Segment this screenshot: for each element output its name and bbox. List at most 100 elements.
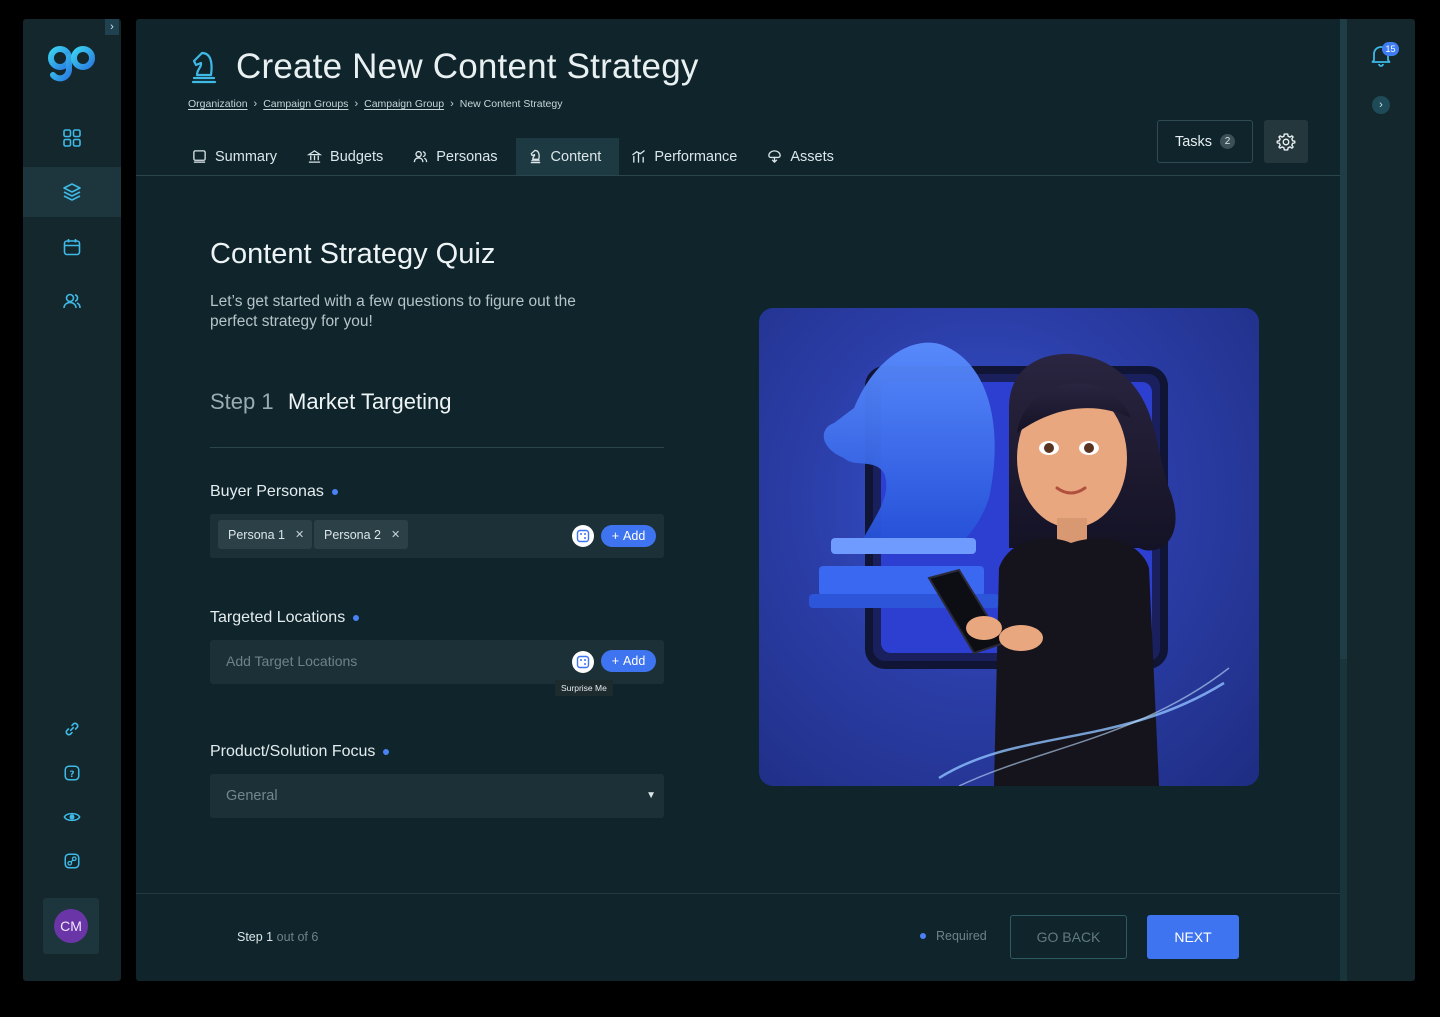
select-value: General: [226, 788, 278, 804]
calendar-icon: [63, 239, 81, 256]
tab-label: Personas: [436, 148, 498, 165]
users-icon: [63, 293, 81, 309]
main-scrollbar[interactable]: [1340, 19, 1347, 981]
page-title: Create New Content Strategy: [236, 47, 699, 86]
eye-icon: [63, 812, 81, 822]
right-sidebar: 15 ›: [1347, 19, 1415, 981]
dice-icon: [576, 655, 590, 669]
tasks-count-badge: 2: [1220, 134, 1236, 149]
field-label-text: Targeted Locations: [210, 609, 346, 626]
chip-label: Persona 2: [324, 527, 381, 542]
go-back-button[interactable]: GO BACK: [1010, 915, 1127, 959]
tab-bar: Summary Budgets Personas Content Perform…: [180, 138, 852, 175]
required-legend-label: Required: [936, 929, 987, 943]
brand-logo[interactable]: [47, 45, 97, 83]
notification-count-badge: 15: [1382, 42, 1399, 56]
step-name: Market Targeting: [288, 389, 452, 414]
tab-summary[interactable]: Summary: [180, 138, 295, 175]
share-icon: [64, 853, 80, 869]
personas-icon: [414, 150, 428, 163]
targeted-locations-field[interactable]: Add Target Locations + Add: [210, 640, 664, 684]
chevron-right-icon: ›: [450, 98, 454, 110]
add-persona-button[interactable]: + Add: [601, 525, 656, 547]
left-sidebar: › ? CM: [23, 19, 121, 981]
tab-label: Budgets: [330, 148, 384, 165]
sidebar-item-help[interactable]: ?: [23, 748, 121, 798]
tab-assets[interactable]: Assets: [755, 138, 852, 175]
remove-chip-icon[interactable]: ✕: [295, 528, 304, 541]
surprise-me-button[interactable]: [572, 525, 594, 547]
tabs-divider: [136, 175, 1340, 176]
chevron-right-icon[interactable]: ›: [1372, 96, 1390, 114]
tab-label: Assets: [790, 148, 834, 165]
sidebar-item-calendar[interactable]: [23, 222, 121, 272]
chess-knight-icon: [191, 51, 217, 84]
tab-label: Performance: [654, 148, 738, 165]
buyer-personas-field[interactable]: Persona 1 ✕ Persona 2 ✕ + Add: [210, 514, 664, 558]
required-indicator: [353, 615, 360, 621]
caret-down-icon: ▼: [646, 790, 656, 801]
locations-placeholder: Add Target Locations: [226, 653, 358, 669]
add-location-button[interactable]: + Add: [601, 650, 656, 672]
help-icon: ?: [64, 765, 80, 781]
layers-icon: [63, 183, 81, 201]
summary-icon: [193, 150, 206, 163]
tab-budgets[interactable]: Budgets: [295, 138, 401, 175]
illustration-card: [759, 308, 1259, 786]
targeted-locations-label: Targeted Locations: [210, 609, 360, 627]
grid-icon: [63, 129, 81, 147]
assets-icon: [768, 150, 782, 163]
settings-button[interactable]: [1264, 120, 1308, 163]
plus-icon: +: [611, 654, 620, 668]
avatar[interactable]: CM: [54, 909, 88, 943]
chevron-right-icon: ›: [354, 98, 359, 110]
chess-knight-icon: [530, 149, 540, 164]
chevron-right-icon: ›: [253, 98, 258, 110]
tab-performance[interactable]: Performance: [619, 138, 755, 175]
step-progress: Step 1 out of 6: [237, 930, 318, 944]
sidebar-expand-icon[interactable]: ›: [105, 19, 119, 35]
sidebar-item-campaigns[interactable]: [23, 167, 121, 217]
tab-content[interactable]: Content: [515, 138, 620, 175]
user-menu[interactable]: CM: [43, 898, 99, 954]
quiz-title: Content Strategy Quiz: [210, 238, 496, 270]
persona-chip: Persona 1 ✕: [218, 520, 313, 549]
next-button[interactable]: NEXT: [1147, 915, 1239, 959]
field-label-text: Buyer Personas: [210, 483, 324, 500]
field-label-text: Product/Solution Focus: [210, 743, 376, 760]
add-label: Add: [623, 654, 646, 668]
sidebar-item-preview[interactable]: [23, 792, 121, 842]
sidebar-item-dashboard[interactable]: [23, 113, 121, 163]
strategy-illustration: [809, 342, 1230, 786]
buyer-personas-label: Buyer Personas: [210, 483, 338, 501]
bank-icon: [307, 150, 323, 163]
required-legend: Required: [920, 929, 987, 943]
tab-label: Content: [550, 148, 602, 165]
tab-personas[interactable]: Personas: [401, 138, 515, 175]
product-focus-select[interactable]: General ▼: [210, 774, 664, 818]
tasks-button[interactable]: Tasks 2: [1157, 120, 1253, 163]
gear-icon: [1276, 132, 1296, 151]
remove-chip-icon[interactable]: ✕: [391, 528, 400, 541]
step-progress-total: out of 6: [276, 930, 319, 944]
sidebar-item-share[interactable]: [23, 836, 121, 886]
footer-divider: [136, 893, 1340, 894]
surprise-me-button[interactable]: [572, 651, 594, 673]
breadcrumb: Organization › Campaign Groups › Campaig…: [188, 98, 562, 110]
chip-label: Persona 1: [228, 527, 285, 542]
sidebar-item-users[interactable]: [23, 276, 121, 326]
scrollbar-thumb[interactable]: [1340, 19, 1347, 659]
required-indicator: [331, 489, 338, 495]
product-focus-label: Product/Solution Focus: [210, 743, 390, 761]
sidebar-item-integrations[interactable]: [23, 704, 121, 754]
breadcrumb-current: New Content Strategy: [459, 98, 563, 110]
step-progress-current: Step 1: [237, 930, 274, 944]
breadcrumb-organization[interactable]: Organization: [188, 98, 248, 110]
tasks-label: Tasks: [1174, 133, 1213, 150]
link-icon: [65, 722, 79, 736]
breadcrumb-campaign-group[interactable]: Campaign Group: [364, 98, 444, 110]
step-label: Step 1: [210, 389, 274, 414]
plus-icon: +: [611, 529, 620, 543]
main-panel: Create New Content Strategy Organization…: [136, 19, 1340, 981]
breadcrumb-campaign-groups[interactable]: Campaign Groups: [263, 98, 348, 110]
